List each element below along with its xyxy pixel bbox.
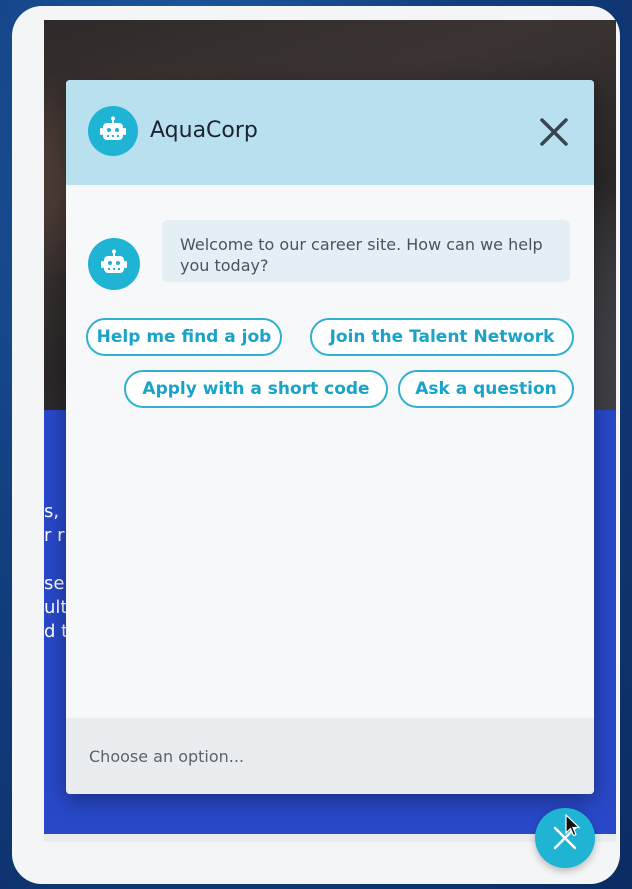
chat-widget: AquaCorp Welcome to our career site. How… xyxy=(66,80,594,794)
option-talent-network[interactable]: Join the Talent Network xyxy=(310,318,574,356)
robot-icon xyxy=(88,106,138,156)
brand-name: AquaCorp xyxy=(150,118,258,143)
option-find-job[interactable]: Help me find a job xyxy=(86,318,282,356)
close-icon xyxy=(540,118,568,146)
bot-message: Welcome to our career site. How can we h… xyxy=(162,220,570,282)
mouse-cursor-icon xyxy=(565,814,581,837)
option-ask-question[interactable]: Ask a question xyxy=(398,370,574,408)
option-short-code[interactable]: Apply with a short code xyxy=(124,370,388,408)
chat-input[interactable] xyxy=(87,745,594,767)
robot-icon xyxy=(101,249,127,273)
chat-header: AquaCorp xyxy=(66,80,594,185)
footer-strip xyxy=(44,834,616,842)
close-button[interactable] xyxy=(536,114,572,150)
chat-input-bar xyxy=(66,718,594,794)
bot-avatar xyxy=(88,238,140,290)
